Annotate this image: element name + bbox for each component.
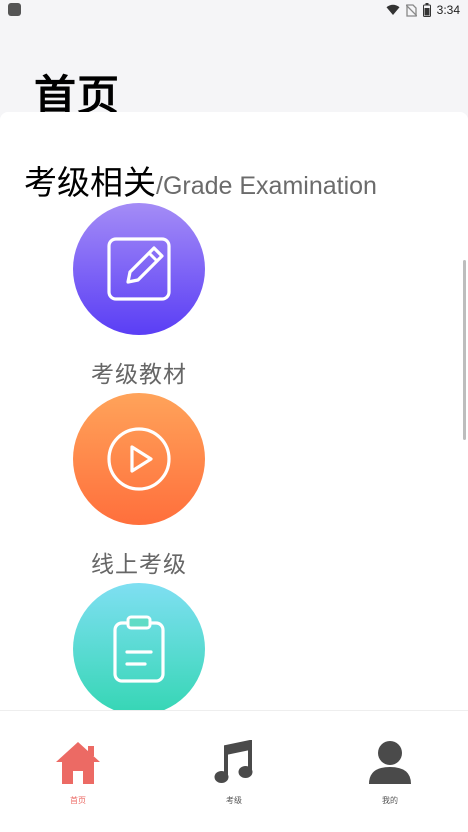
edit-icon <box>107 237 171 301</box>
main-content[interactable]: 考级相关/Grade Examination 考级教材 线上考级 <box>0 112 468 710</box>
feature-online-exam[interactable]: 线上考级 <box>73 393 205 579</box>
scrollbar[interactable] <box>463 260 466 440</box>
feature-label: 考级教材 <box>91 362 187 388</box>
home-icon <box>54 739 102 787</box>
status-icons: 3:34 <box>386 2 460 18</box>
feature-icon-circle[interactable] <box>73 203 205 335</box>
section-heading: 考级相关/Grade Examination <box>24 156 377 204</box>
wifi-icon <box>386 4 400 15</box>
music-note-icon <box>210 739 258 787</box>
nav-item-home[interactable]: 首页 <box>18 739 138 806</box>
nav-item-profile[interactable]: 我的 <box>330 739 450 806</box>
section-title-en: /Grade Examination <box>156 172 377 200</box>
play-icon <box>107 427 171 491</box>
feature-label: 线上考级 <box>91 552 187 578</box>
feature-grade-textbook[interactable]: 考级教材 <box>73 203 205 389</box>
section-title-zh: 考级相关 <box>24 163 156 202</box>
nav-label: 首页 <box>70 796 86 805</box>
app-notification-icon <box>8 3 21 16</box>
user-icon <box>366 739 414 787</box>
clipboard-icon <box>113 615 165 683</box>
nav-label: 考级 <box>226 796 242 805</box>
bottom-nav: 首页 考级 我的 <box>0 710 468 832</box>
nav-item-exam[interactable]: 考级 <box>174 739 294 806</box>
feature-icon-circle[interactable] <box>73 583 205 710</box>
feature-icon-circle[interactable] <box>73 393 205 525</box>
no-sim-icon <box>405 3 417 17</box>
status-time: 3:34 <box>436 3 460 17</box>
nav-label: 我的 <box>382 796 398 805</box>
feature-exam-records[interactable] <box>73 583 205 710</box>
page-title: 首页 <box>34 72 121 112</box>
battery-icon <box>422 3 431 17</box>
status-bar: 3:34 <box>0 0 468 20</box>
